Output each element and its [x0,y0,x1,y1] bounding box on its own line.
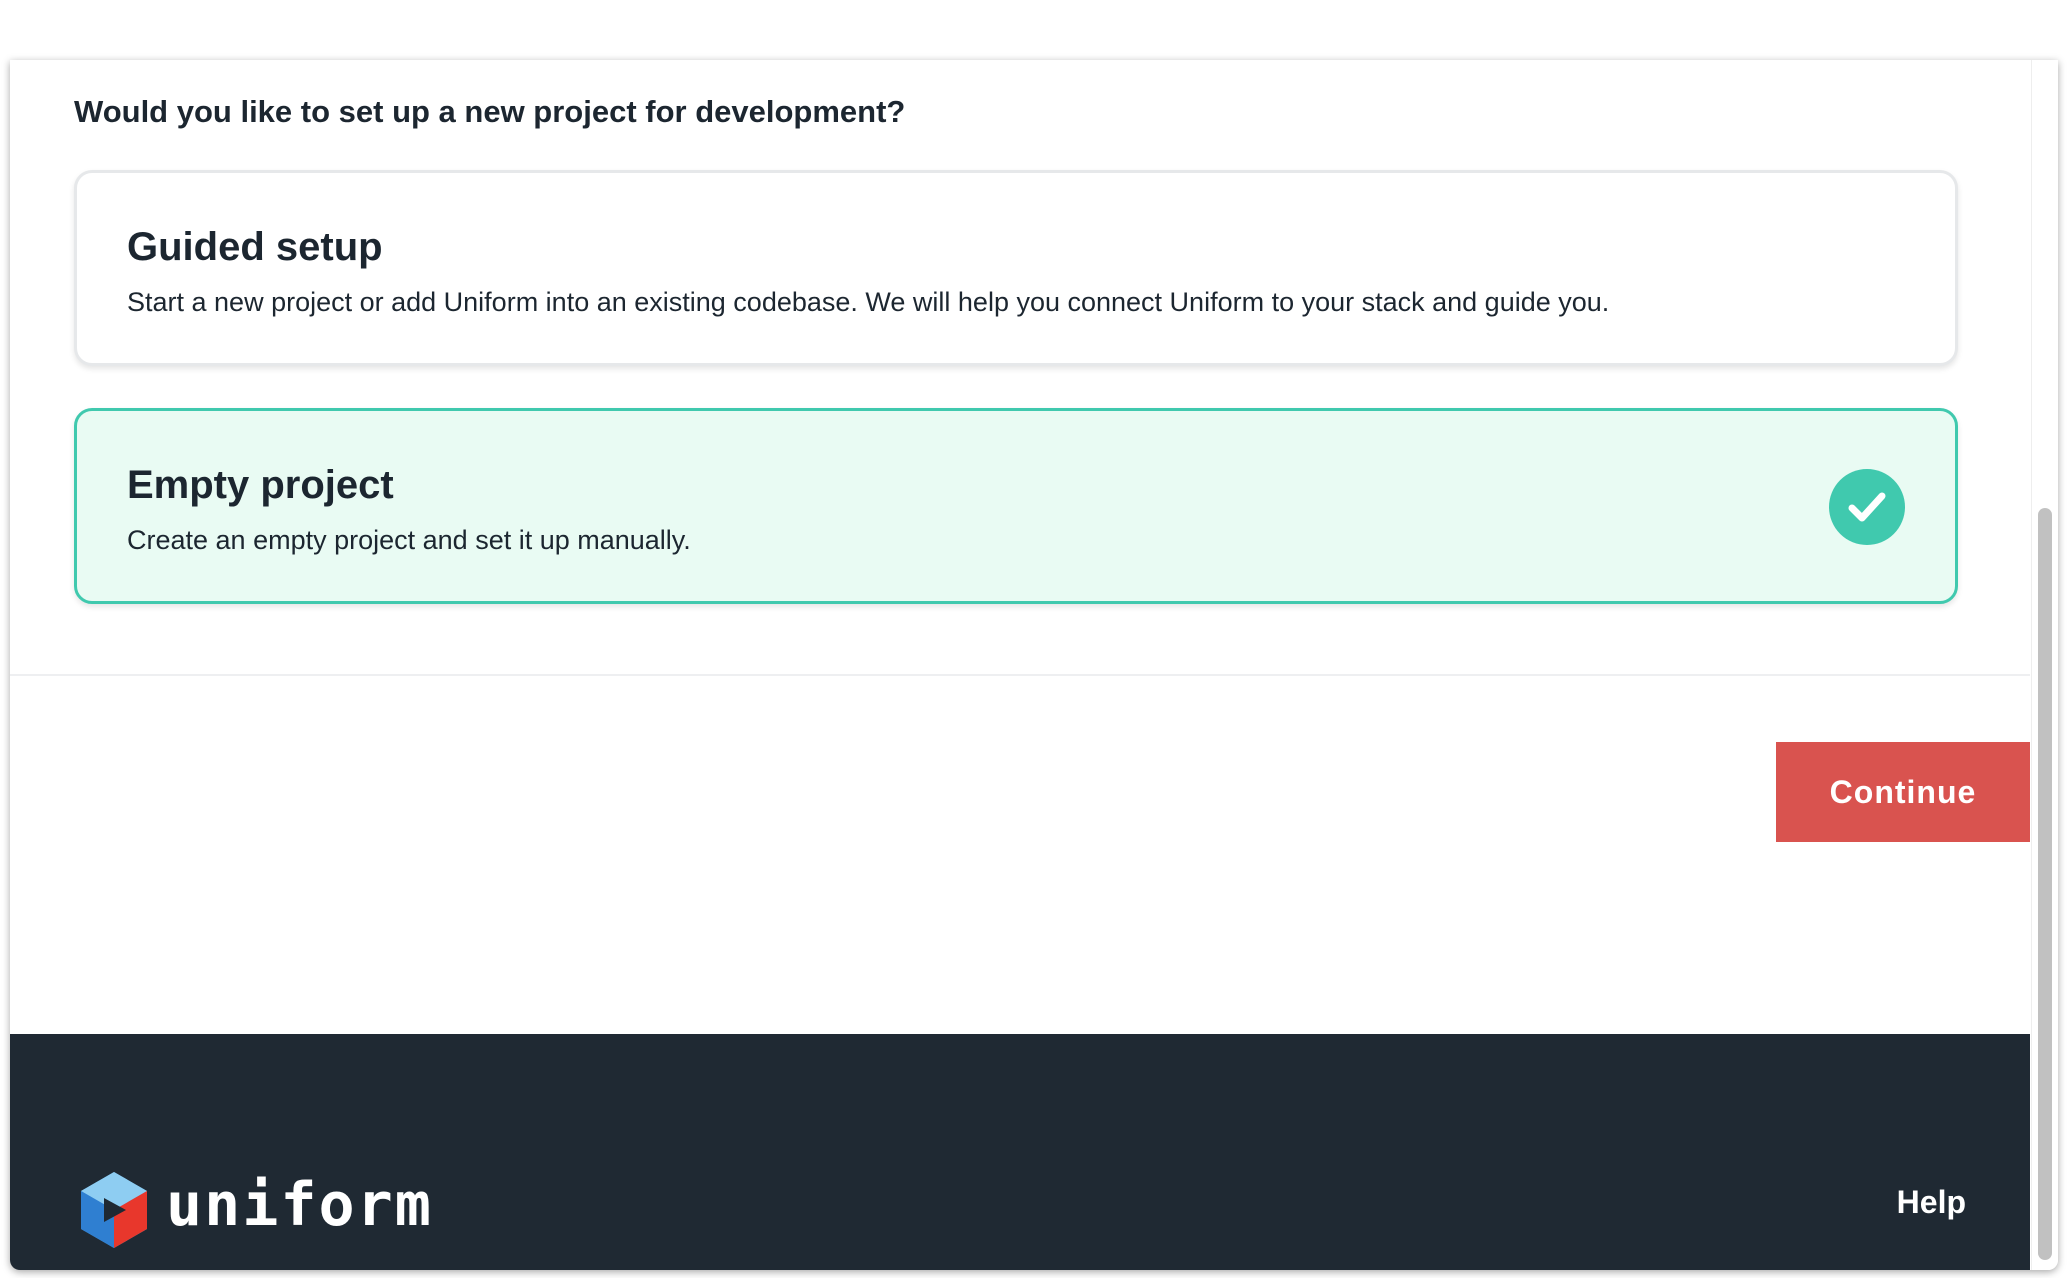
dialog-window: Would you like to set up a new project f… [10,60,2058,1270]
scrollbar-thumb[interactable] [2038,508,2052,1260]
footer: uniform Help [10,1034,2030,1270]
option-empty-project[interactable]: Empty project Create an empty project an… [74,408,1958,604]
continue-button[interactable]: Continue [1776,742,2030,842]
brand-name: uniform [166,1170,433,1240]
scrollbar[interactable] [2031,60,2058,1270]
option-description: Start a new project or add Uniform into … [127,287,1610,317]
setup-question: Would you like to set up a new project f… [74,94,906,129]
help-link[interactable]: Help [1897,1184,1966,1221]
uniform-logo-icon[interactable] [74,1170,154,1250]
option-title: Empty project [127,463,394,507]
check-icon [1829,469,1905,545]
option-title: Guided setup [127,225,383,269]
section-divider [10,674,2030,676]
option-guided-setup[interactable]: Guided setup Start a new project or add … [74,170,1958,366]
option-description: Create an empty project and set it up ma… [127,525,691,555]
screenshot-frame: Would you like to set up a new project f… [0,0,2068,1278]
